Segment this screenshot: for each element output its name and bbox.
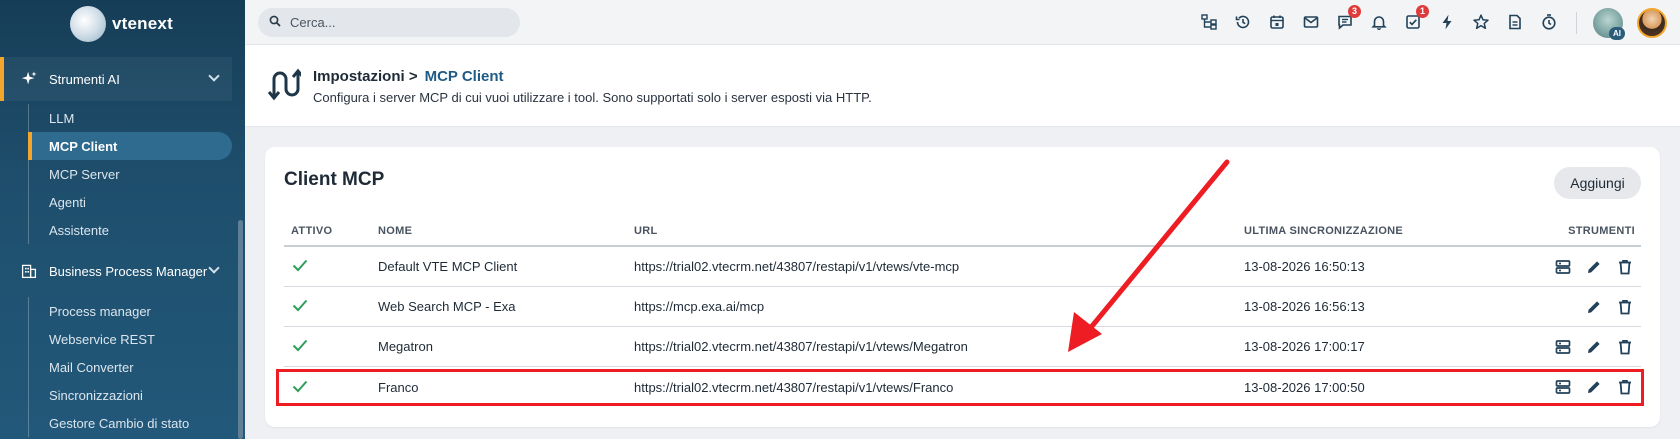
sidebar-item-label: Webservice REST [49,331,155,347]
sidebar-item-agenti[interactable]: Agenti [29,188,232,216]
row-url: https://mcp.exa.ai/mcp [634,299,765,314]
sidebar-section-strumenti-ai[interactable]: Strumenti AI [0,57,232,101]
sync-arrows-icon [267,68,301,101]
row-url: https://trial02.vtecrm.net/43807/restapi… [634,259,960,274]
bolt-icon[interactable] [1435,10,1459,34]
sidebar-item-label: MCP Client [49,138,118,154]
sidebar-item-mcp-client[interactable]: MCP Client [28,132,232,160]
active-accent [0,57,4,101]
row-last-sync: 13-08-2026 16:56:13 [1244,299,1365,314]
sidebar-section-label: Business Process Manager [49,263,208,279]
page-description: Configura i server MCP di cui vuoi utili… [313,90,872,105]
row-last-sync: 13-08-2026 17:00:17 [1244,339,1365,354]
star-icon[interactable] [1469,10,1493,34]
row-name: Default VTE MCP Client [378,259,518,274]
sidebar-item-process-manager[interactable]: Process manager [29,297,232,325]
sidebar-group-ai: LLM MCP Client MCP Server Agenti Assiste… [28,104,232,244]
check-icon [292,259,308,272]
sidebar-item-mail-converter[interactable]: Mail Converter [29,353,232,381]
trash-icon[interactable] [1615,257,1635,277]
edit-pencil-icon[interactable] [1584,257,1604,277]
sidebar-item-label: Agenti [49,194,86,210]
tools-list-icon[interactable] [1553,257,1573,277]
card-title: Client MCP [284,169,385,190]
sidebar-item-label: Process manager [49,303,151,319]
sidebar-item-label: Sincronizzazioni [49,387,143,403]
check-icon [292,299,308,312]
column-header-active: ATTIVO [291,225,333,237]
timer-icon[interactable] [1537,10,1561,34]
app-logo[interactable]: vtenext [70,4,173,44]
sitemap-icon[interactable] [1197,10,1221,34]
row-url: https://trial02.vtecrm.net/43807/restapi… [634,339,968,354]
search-input[interactable] [258,8,520,37]
table-row: Megatron https://trial02.vtecrm.net/4380… [284,327,1641,367]
breadcrumb-current: MCP Client [424,68,504,85]
column-header-name: NOME [378,225,413,237]
sparkle-icon [20,70,38,88]
breadcrumb-root[interactable]: Impostazioni > [313,68,418,85]
chevron-down-icon [208,262,220,274]
sidebar-item-llm[interactable]: LLM [29,104,232,132]
sidebar-item-label: Mail Converter [49,359,134,375]
chat-icon[interactable]: 3 [1333,5,1361,34]
sidebar-section-label: Strumenti AI [49,71,120,87]
sidebar-item-gestore-cambio-stato[interactable]: Gestore Cambio di stato [29,409,232,437]
sidebar-scrollbar[interactable] [238,220,243,439]
highlight-box [276,369,1644,406]
chevron-down-icon [208,70,220,82]
column-header-last-sync: ULTIMA SINCRONIZZAZIONE [1244,225,1404,237]
todo-badge: 1 [1416,5,1429,18]
page-header: Impostazioni > MCP Client Configura i se… [245,45,1680,127]
user-avatar[interactable] [1637,8,1667,38]
sidebar-item-label: MCP Server [49,166,120,182]
search-icon [269,15,281,27]
sidebar-item-webservice-rest[interactable]: Webservice REST [29,325,232,353]
document-icon[interactable] [1503,10,1527,34]
add-button[interactable]: Aggiungi [1554,167,1641,199]
building-icon [20,262,38,280]
check-icon [292,339,308,352]
topbar-icons: 3 1 [1197,5,1561,34]
sidebar-item-label: LLM [49,110,75,126]
edit-pencil-icon[interactable] [1584,337,1604,357]
sidebar-item-mcp-server[interactable]: MCP Server [29,160,232,188]
column-header-tools: STRUMENTI [1568,225,1635,237]
chat-badge: 3 [1348,5,1361,18]
column-header-url: URL [634,225,658,237]
tools-list-icon[interactable] [1553,337,1573,357]
bell-icon[interactable] [1367,10,1391,34]
edit-pencil-icon[interactable] [1584,297,1604,317]
topbar: 3 1 AI [245,0,1680,45]
trash-icon[interactable] [1615,337,1635,357]
logo-text: vtenext [112,14,173,33]
sidebar-item-assistente[interactable]: Assistente [29,216,232,244]
sidebar-item-sincronizzazioni[interactable]: Sincronizzazioni [29,381,232,409]
breadcrumb: Impostazioni > MCP Client [313,68,504,85]
table-header: ATTIVO NOME URL ULTIMA SINCRONIZZAZIONE … [284,217,1641,247]
todo-check-icon[interactable]: 1 [1401,5,1429,34]
table-row: Default VTE MCP Client https://trial02.v… [284,247,1641,287]
calendar-icon[interactable] [1265,10,1289,34]
trash-icon[interactable] [1615,297,1635,317]
sidebar-group-bpm: Process manager Webservice REST Mail Con… [28,297,232,437]
topbar-divider [1576,12,1577,34]
sidebar-item-label: Assistente [49,222,109,238]
ai-tag: AI [1609,27,1625,40]
row-last-sync: 13-08-2026 16:50:13 [1244,259,1365,274]
sidebar-item-label: Gestore Cambio di stato [49,415,190,431]
row-name: Web Search MCP - Exa [378,299,516,314]
sidebar: vtenext Strumenti AI LLM MCP Client MCP … [0,0,245,439]
table-row: Web Search MCP - Exa https://mcp.exa.ai/… [284,287,1641,327]
sidebar-section-bpm[interactable]: Business Process Manager [0,249,232,293]
history-icon[interactable] [1231,10,1255,34]
row-name: Megatron [378,339,433,354]
mail-icon[interactable] [1299,10,1323,34]
logo-icon [70,6,106,42]
